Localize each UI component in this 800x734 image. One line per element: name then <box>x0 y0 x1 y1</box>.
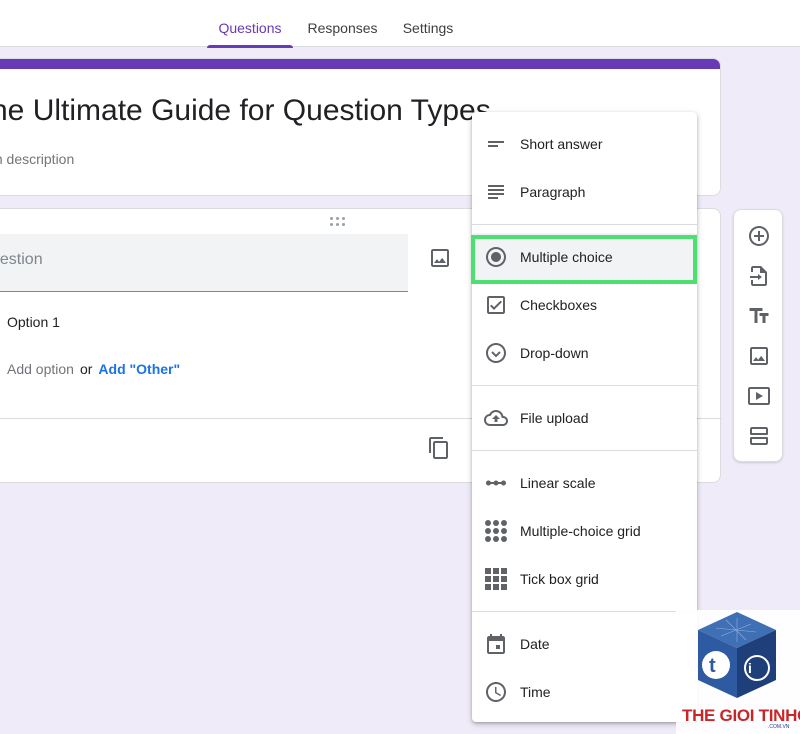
menu-item-tick-box-grid[interactable]: Tick box grid <box>472 555 697 603</box>
dropdown-icon <box>484 341 508 365</box>
tab-questions[interactable]: Questions <box>207 0 293 48</box>
menu-item-label: Linear scale <box>520 475 596 491</box>
menu-item-label: Drop-down <box>520 345 589 361</box>
option-label[interactable]: Option 1 <box>7 314 60 330</box>
question-type-menu: Short answer Paragraph Multiple choice C… <box>472 112 697 722</box>
checkbox-icon <box>484 293 508 317</box>
video-icon[interactable] <box>747 384 771 408</box>
cube-logo-icon: t i <box>698 612 776 698</box>
menu-item-file-upload[interactable]: File upload <box>472 394 697 442</box>
radio-button-icon <box>484 245 508 269</box>
menu-item-label: Date <box>520 636 550 652</box>
menu-item-label: Multiple choice <box>520 249 613 265</box>
short-answer-icon <box>484 132 508 156</box>
svg-text:t: t <box>709 655 716 677</box>
menu-separator <box>472 450 697 451</box>
menu-item-drop-down[interactable]: Drop-down <box>472 329 697 377</box>
add-circle-icon[interactable] <box>747 224 771 248</box>
question-input[interactable]: uestion <box>0 234 408 292</box>
menu-item-multiple-choice[interactable]: Multiple choice <box>472 233 697 281</box>
title-card-accent <box>0 59 720 69</box>
menu-separator <box>472 611 697 612</box>
menu-item-date[interactable]: Date <box>472 620 697 668</box>
menu-item-label: Time <box>520 684 551 700</box>
image-icon[interactable] <box>747 344 771 368</box>
clock-icon <box>484 680 508 704</box>
watermark-logo: t i THE GIOI TINHOC .COM.VN <box>676 610 800 734</box>
form-description[interactable]: m description <box>0 151 74 167</box>
menu-item-label: Paragraph <box>520 184 586 200</box>
add-other-link[interactable]: Add "Other" <box>98 361 180 377</box>
menu-item-checkboxes[interactable]: Checkboxes <box>472 281 697 329</box>
menu-item-label: Short answer <box>520 136 603 152</box>
watermark-text: THE GIOI TINHOC <box>682 706 800 725</box>
svg-text:i: i <box>748 660 752 676</box>
section-icon[interactable] <box>747 424 771 448</box>
menu-item-linear-scale[interactable]: Linear scale <box>472 459 697 507</box>
dot-grid-icon <box>484 519 508 543</box>
option-item[interactable]: Option 1 <box>0 314 60 330</box>
menu-item-multiple-choice-grid[interactable]: Multiple-choice grid <box>472 507 697 555</box>
menu-item-label: Checkboxes <box>520 297 598 313</box>
or-label: or <box>79 361 93 377</box>
watermark-domain: .COM.VN <box>768 724 790 730</box>
import-questions-icon[interactable] <box>747 264 771 288</box>
menu-item-label: File upload <box>520 410 589 426</box>
menu-item-time[interactable]: Time <box>472 668 697 716</box>
add-image-icon[interactable] <box>428 246 452 270</box>
menu-item-paragraph[interactable]: Paragraph <box>472 168 697 216</box>
add-option-link[interactable]: Add option <box>7 361 74 377</box>
calendar-icon <box>484 632 508 656</box>
title-text-icon[interactable] <box>747 304 771 328</box>
top-header: Questions Responses Settings <box>0 0 800 48</box>
add-option-row: Add option or Add "Other" <box>0 361 180 377</box>
drag-handle-icon[interactable] <box>328 216 348 228</box>
tab-settings[interactable]: Settings <box>393 0 463 47</box>
menu-item-label: Tick box grid <box>520 571 599 587</box>
form-title[interactable]: he Ultimate Guide for Question Types <box>0 92 491 130</box>
question-toolbar <box>733 209 783 462</box>
menu-separator <box>472 224 697 225</box>
cloud-upload-icon <box>484 406 508 430</box>
linear-scale-icon <box>484 471 508 495</box>
paragraph-icon <box>484 180 508 204</box>
menu-separator <box>472 385 697 386</box>
duplicate-icon[interactable] <box>427 436 451 460</box>
square-grid-icon <box>484 567 508 591</box>
menu-item-label: Multiple-choice grid <box>520 523 641 539</box>
tab-responses[interactable]: Responses <box>300 0 385 47</box>
menu-item-short-answer[interactable]: Short answer <box>472 120 697 168</box>
